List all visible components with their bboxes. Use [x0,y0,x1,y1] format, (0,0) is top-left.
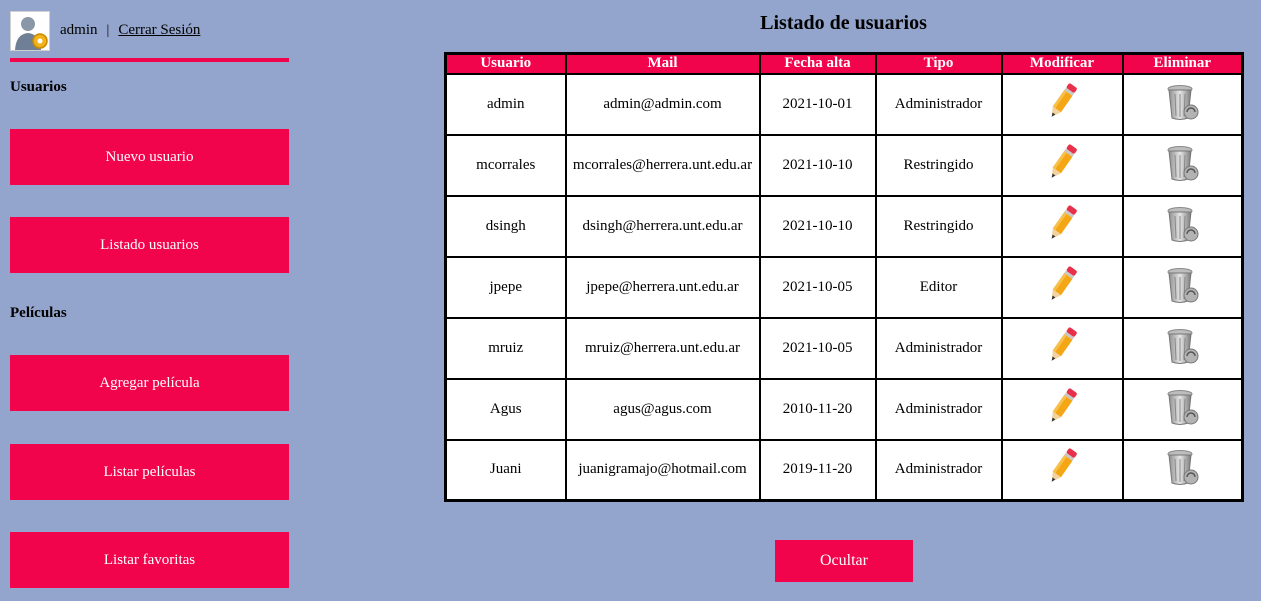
user-bar: admin | Cerrar Sesión [10,10,289,51]
column-header-fecha-alta: Fecha alta [758,53,876,74]
table-row: mcorrales mcorrales@herrera.unt.edu.ar 202… [444,133,1244,197]
cell-mail: agus@agus.com [564,377,761,441]
section-title-usuarios: Usuarios [10,79,67,95]
trash-icon [1162,267,1202,309]
pencil-icon [1044,448,1080,493]
pencil-icon [1044,83,1080,128]
column-header-tipo: Tipo [874,53,1002,74]
cell-usuario: Juani [444,438,567,502]
cell-fecha-alta: 2021-10-10 [758,194,877,258]
trash-icon [1162,206,1202,248]
table-header-row: Usuario Mail Fecha alta Tipo Modificar E… [445,53,1243,74]
delete-button[interactable] [1121,194,1244,258]
edit-button[interactable] [1000,72,1124,136]
cell-usuario: mruiz [444,316,567,380]
cell-mail: dsingh@herrera.unt.edu.ar [564,194,761,258]
list-favorites-button[interactable]: Listar favoritas [10,532,289,588]
hide-button[interactable]: Ocultar [775,540,913,582]
delete-button[interactable] [1121,316,1244,380]
user-settings-icon [10,10,50,51]
separator: | [106,22,110,38]
column-header-modificar: Modificar [1000,53,1123,74]
edit-button[interactable] [1000,133,1124,197]
pencil-icon [1044,205,1080,250]
users-table: Usuario Mail Fecha alta Tipo Modificar E… [444,52,1244,502]
cell-fecha-alta: 2021-10-01 [758,72,877,136]
trash-icon [1162,450,1202,491]
cell-fecha-alta: 2021-10-10 [758,133,877,197]
cell-mail: jpepe@herrera.unt.edu.ar [564,255,761,319]
delete-button[interactable] [1121,133,1244,197]
cell-mail: mcorrales@herrera.unt.edu.ar [564,133,761,197]
table-row: jpepe jpepe@herrera.unt.edu.ar 2021-10-05 E… [444,255,1244,319]
pencil-icon [1044,327,1080,372]
trash-icon [1162,145,1202,187]
pencil-icon [1044,266,1080,311]
column-header-eliminar: Eliminar [1121,53,1243,74]
add-movie-button[interactable]: Agregar película [10,355,289,411]
trash-icon [1162,328,1202,370]
table-row: mruiz mruiz@herrera.unt.edu.ar 2021-10-05 A… [444,316,1244,380]
user-list-button[interactable]: Listado usuarios [10,217,289,273]
divider [10,58,289,62]
cell-usuario: dsingh [444,194,567,258]
column-header-usuario: Usuario [445,53,566,74]
list-movies-button[interactable]: Listar películas [10,444,289,500]
edit-button[interactable] [1000,255,1124,319]
cell-fecha-alta: 2019-11-20 [758,438,877,502]
table-row: Juani juanigramajo@hotmail.com 2019-11-20 A… [444,438,1244,502]
table-row: Agus agus@agus.com 2010-11-20 Administrador [444,377,1244,441]
cell-mail: admin@admin.com [564,72,761,136]
trash-icon [1162,84,1202,126]
cell-tipo: Administrador [874,438,1003,502]
cell-usuario: admin [444,72,567,136]
cell-usuario: Agus [444,377,567,441]
pencil-icon [1044,144,1080,189]
cell-fecha-alta: 2021-10-05 [758,316,877,380]
table-row: dsingh dsingh@herrera.unt.edu.ar 2021-10-1… [444,194,1244,258]
cell-tipo: Administrador [874,316,1003,380]
cell-usuario: mcorrales [444,133,567,197]
edit-button[interactable] [1000,194,1124,258]
cell-fecha-alta: 2021-10-05 [758,255,877,319]
cell-mail: juanigramajo@hotmail.com [564,438,761,502]
cell-tipo: Editor [874,255,1003,319]
edit-button[interactable] [1000,377,1124,441]
section-title-peliculas: Películas [10,305,67,321]
delete-button[interactable] [1121,438,1244,502]
new-user-button[interactable]: Nuevo usuario [10,129,289,185]
edit-button[interactable] [1000,438,1124,502]
cell-usuario: jpepe [444,255,567,319]
delete-button[interactable] [1121,255,1244,319]
cell-tipo: Administrador [874,377,1003,441]
delete-button[interactable] [1121,72,1244,136]
cell-tipo: Restringido [874,133,1003,197]
table-row: admin admin@admin.com 2021-10-01 Administra… [444,72,1244,136]
logout-link[interactable]: Cerrar Sesión [118,22,200,39]
delete-button[interactable] [1121,377,1244,441]
cell-fecha-alta: 2010-11-20 [758,377,877,441]
trash-icon [1162,389,1202,431]
column-header-mail: Mail [564,53,760,74]
edit-button[interactable] [1000,316,1124,380]
username: admin [60,22,98,38]
cell-mail: mruiz@herrera.unt.edu.ar [564,316,761,380]
pencil-icon [1044,388,1080,433]
cell-tipo: Administrador [874,72,1003,136]
sidebar: admin | Cerrar Sesión Usuarios Nuevo usu… [10,10,289,588]
page-title: Listado de usuarios [760,12,927,34]
cell-tipo: Restringido [874,194,1003,258]
